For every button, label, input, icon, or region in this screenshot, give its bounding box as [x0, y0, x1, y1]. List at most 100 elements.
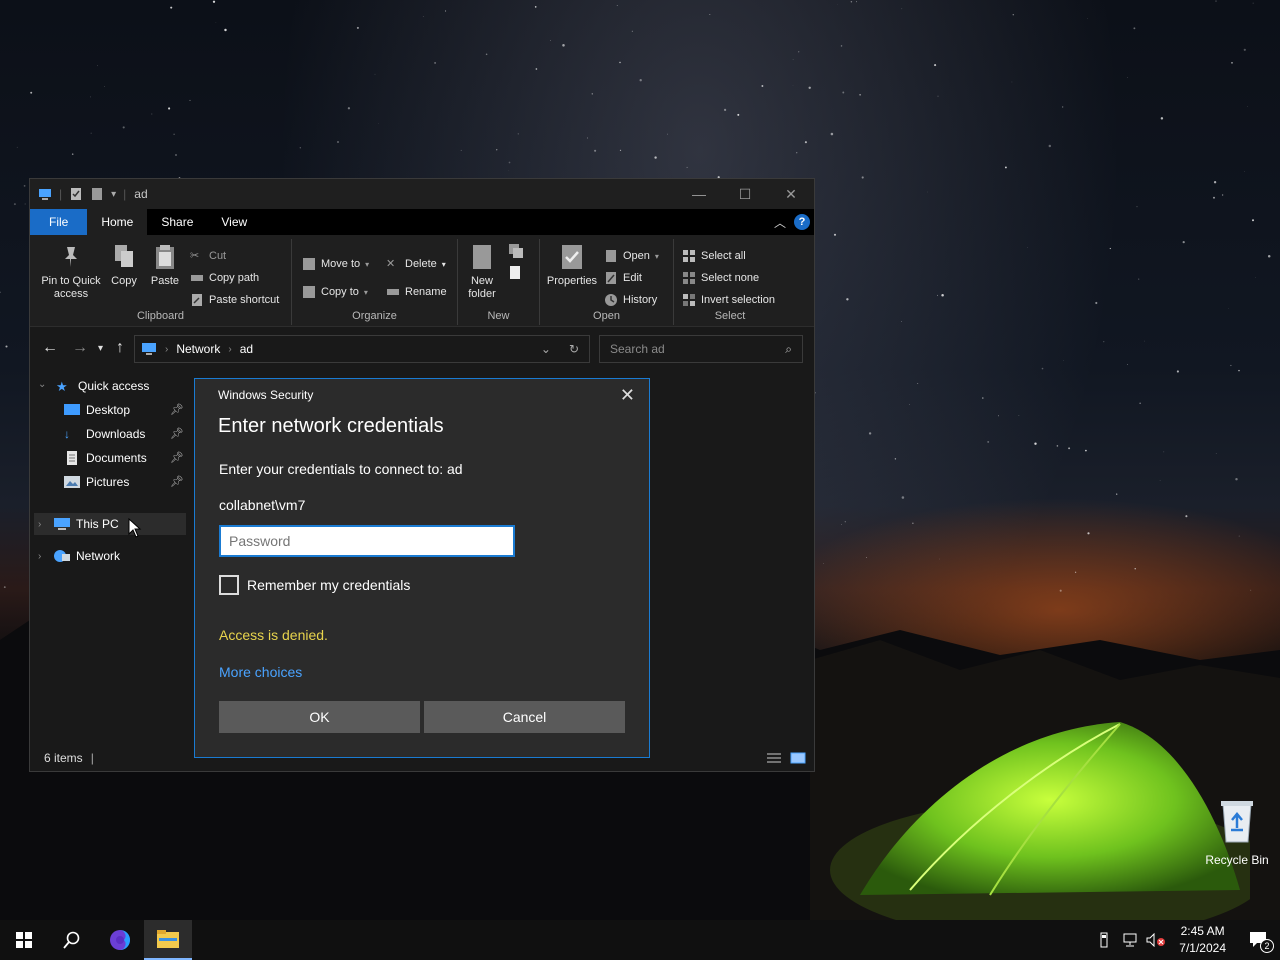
remember-checkbox[interactable]: [219, 575, 239, 595]
copy-to-icon: [303, 286, 315, 298]
status-separator: |: [90, 751, 94, 765]
chevron-collapsed-icon[interactable]: ›: [38, 551, 41, 562]
back-arrow-icon[interactable]: ←: [42, 339, 58, 357]
properties-icon: [562, 245, 582, 269]
new-folder-label-line2: folder: [468, 288, 496, 300]
nav-downloads[interactable]: ↓ Downloads: [64, 423, 145, 445]
paste-label: Paste: [150, 275, 180, 287]
computer-icon[interactable]: [38, 187, 52, 201]
forward-arrow-icon[interactable]: →: [72, 339, 88, 357]
nav-desktop[interactable]: Desktop: [64, 399, 130, 421]
paste-button[interactable]: Paste: [146, 243, 184, 288]
nav-this-pc[interactable]: This PC: [54, 513, 119, 535]
move-to-label: Move to: [321, 258, 361, 270]
search-box[interactable]: Search ad ⌕: [599, 335, 803, 363]
ok-button[interactable]: OK: [219, 701, 420, 733]
open-button[interactable]: Open ▾: [604, 249, 659, 263]
copy-path-button[interactable]: Copy path: [190, 271, 259, 285]
tab-share[interactable]: Share: [147, 209, 207, 235]
pin-icon: 📌︎: [170, 428, 184, 440]
action-center-button[interactable]: 2: [1240, 930, 1280, 953]
nav-pictures[interactable]: Pictures: [64, 471, 129, 493]
move-to-button[interactable]: Move to ▾: [302, 257, 369, 271]
chevron-collapsed-icon[interactable]: ›: [38, 519, 41, 530]
address-bar[interactable]: › Network › ad ⌄ ↻: [134, 335, 590, 363]
details-view-icon[interactable]: [766, 752, 782, 764]
recycle-bin-icon: [1221, 801, 1253, 843]
documents-icon: [67, 451, 77, 465]
delete-label: Delete: [405, 258, 437, 270]
close-icon[interactable]: ✕: [620, 385, 635, 406]
chevron-expanded-icon[interactable]: ⌄: [38, 379, 46, 390]
large-icons-view-icon[interactable]: [790, 752, 806, 764]
pin-label-line1: Pin to Quick: [41, 275, 101, 287]
search-button[interactable]: [48, 920, 96, 960]
cancel-button[interactable]: Cancel: [424, 701, 625, 733]
properties-icon[interactable]: [69, 187, 83, 201]
pin-icon: [65, 247, 77, 267]
collapse-ribbon-icon[interactable]: ︿: [774, 214, 786, 231]
maximize-icon[interactable]: ☐: [722, 186, 768, 203]
up-arrow-icon[interactable]: ↑: [116, 339, 124, 357]
edit-button[interactable]: Edit: [604, 271, 642, 285]
minimize-icon[interactable]: —: [676, 186, 722, 203]
password-field[interactable]: [219, 525, 515, 557]
tab-file[interactable]: File: [30, 209, 88, 235]
notification-count: 2: [1260, 939, 1274, 953]
rename-button[interactable]: Rename: [386, 285, 447, 299]
chevron-down-icon: ▾: [365, 259, 370, 269]
clock[interactable]: 2:45 AM 7/1/2024: [1179, 923, 1226, 957]
copy-to-button[interactable]: Copy to ▾: [302, 285, 368, 299]
delete-button[interactable]: ✕ Delete ▾: [386, 257, 446, 271]
volume-muted-icon[interactable]: [1145, 930, 1167, 950]
properties-button[interactable]: Properties: [544, 243, 600, 288]
new-folder-icon[interactable]: [90, 187, 104, 201]
cut-button[interactable]: ✂ Cut: [190, 249, 226, 263]
help-icon[interactable]: ?: [794, 214, 810, 230]
properties-label: Properties: [546, 275, 598, 287]
credentials-dialog: Windows Security ✕ Enter network credent…: [194, 378, 650, 758]
nav-quick-access[interactable]: ★ Quick access: [56, 375, 149, 397]
new-folder-button[interactable]: New folder: [462, 243, 502, 301]
copy-icon: [115, 245, 133, 267]
paste-shortcut-button[interactable]: Paste shortcut: [190, 293, 279, 307]
breadcrumb-current[interactable]: ad: [240, 342, 253, 356]
close-icon[interactable]: ✕: [768, 186, 814, 203]
tab-home[interactable]: Home: [87, 209, 148, 235]
usb-device-icon[interactable]: [1093, 930, 1115, 950]
pin-icon: 📌︎: [170, 404, 184, 416]
select-group-label: Select: [714, 310, 746, 322]
tab-view[interactable]: View: [207, 209, 261, 235]
error-message: Access is denied.: [219, 627, 328, 643]
history-button[interactable]: History: [604, 293, 657, 307]
address-dropdown-icon[interactable]: ⌄: [541, 342, 551, 356]
toolbar-separator: |: [123, 187, 127, 201]
start-button[interactable]: [0, 920, 48, 960]
delete-x-icon: ✕: [386, 258, 396, 270]
select-all-button[interactable]: Select all: [682, 249, 746, 263]
recent-locations-chevron-icon[interactable]: ▾: [98, 343, 103, 354]
organize-group-label: Organize: [352, 310, 397, 322]
windows-logo-icon: [16, 932, 32, 948]
file-explorer-taskbar-button[interactable]: [144, 920, 192, 960]
pictures-icon: [64, 476, 80, 488]
network-icon[interactable]: [1119, 930, 1141, 950]
customize-toolbar-icon[interactable]: ▾: [111, 189, 116, 200]
nav-documents[interactable]: Documents: [64, 447, 147, 469]
new-item-icon[interactable]: [508, 243, 532, 259]
invert-selection-button[interactable]: Invert selection: [682, 293, 775, 307]
copy-label: Copy: [111, 275, 137, 287]
breadcrumb-network[interactable]: Network: [176, 342, 220, 356]
select-none-button[interactable]: Select none: [682, 271, 759, 285]
pin-to-quick-access-button[interactable]: Pin to Quick access: [36, 243, 106, 301]
refresh-icon[interactable]: ↻: [569, 342, 579, 356]
nav-network[interactable]: Network: [54, 545, 120, 567]
open-icon: [606, 250, 616, 262]
easy-access-icon[interactable]: [508, 265, 532, 281]
remember-credentials-option[interactable]: Remember my credentials: [219, 575, 410, 595]
firefox-taskbar-button[interactable]: [96, 920, 144, 960]
copy-button[interactable]: Copy: [106, 243, 142, 288]
more-choices-link[interactable]: More choices: [219, 664, 302, 680]
invert-selection-label: Invert selection: [701, 294, 775, 306]
recycle-bin-shortcut[interactable]: Recycle Bin: [1200, 798, 1274, 867]
